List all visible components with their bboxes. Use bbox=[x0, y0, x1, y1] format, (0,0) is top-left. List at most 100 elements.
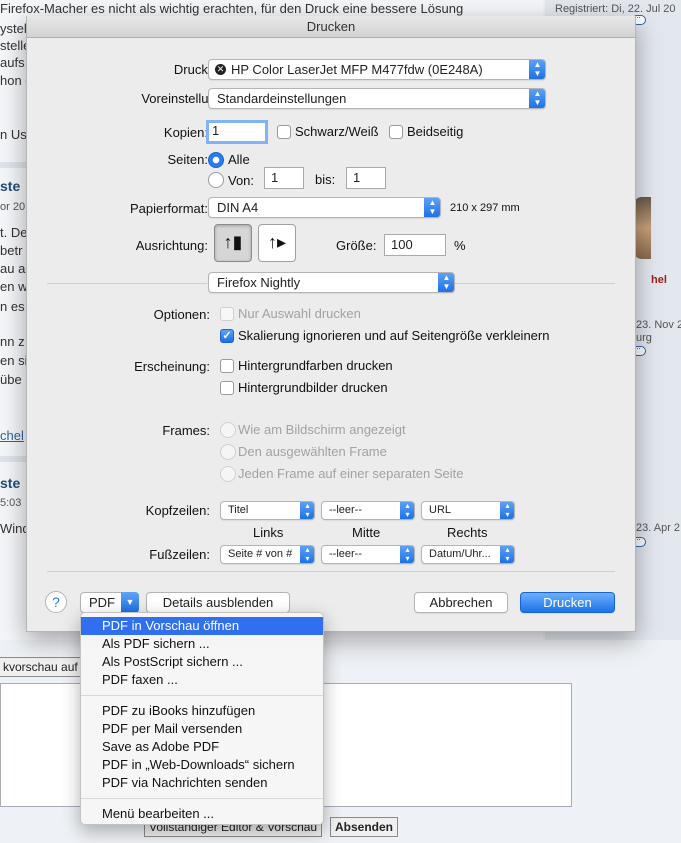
paper-label: Papierformat: bbox=[129, 201, 208, 216]
post-fragment: betr bbox=[0, 243, 23, 258]
forum-header-text: Firefox-Macher es nicht als wichtig erac… bbox=[0, 1, 464, 16]
post-date: 5:03 bbox=[0, 497, 22, 509]
chevron-updown-icon: ▴ ▾ bbox=[300, 502, 314, 519]
preset-value: Standardeinstellungen bbox=[217, 91, 347, 106]
pages-to-label: bis: bbox=[315, 172, 336, 187]
post-fragment: t. De bbox=[0, 225, 28, 240]
menu-item-mail-pdf[interactable]: PDF per Mail versenden bbox=[81, 720, 323, 738]
chevron-updown-icon: ▴ ▾ bbox=[400, 546, 414, 563]
header-center-value: --leer-- bbox=[329, 504, 362, 516]
post-fragment: en si bbox=[0, 353, 28, 368]
pdf-button-label: PDF bbox=[89, 595, 115, 610]
post-date: or 20 bbox=[0, 201, 26, 213]
header-left-select[interactable]: Titel ▴ ▾ bbox=[220, 501, 315, 520]
print-button[interactable]: Drucken bbox=[520, 592, 615, 613]
post-title[interactable]: ste bbox=[0, 475, 20, 491]
footer-center-value: --leer-- bbox=[329, 548, 362, 560]
printer-value: HP Color LaserJet MFP M477fdw (0E248A) bbox=[231, 62, 483, 77]
duplex-checkbox[interactable] bbox=[389, 125, 403, 139]
preview-button[interactable]: kvorschau auf bbox=[0, 657, 83, 677]
appearance-label: Erscheinung: bbox=[134, 359, 210, 374]
header-right-select[interactable]: URL ▴ ▾ bbox=[421, 501, 515, 520]
footer-right-value: Datum/Uhr... bbox=[429, 548, 491, 560]
bg-colors-label: Hintergrundfarben drucken bbox=[238, 358, 393, 373]
copies-input[interactable]: 1 bbox=[206, 120, 268, 144]
pages-from-input[interactable]: 1 bbox=[264, 167, 304, 189]
frames-selected-label: Den ausgewählten Frame bbox=[238, 444, 387, 459]
copies-label: Kopien: bbox=[163, 125, 208, 140]
frames-selected-radio[interactable] bbox=[220, 444, 236, 460]
user-rank: hel bbox=[651, 274, 667, 286]
print-section-select[interactable]: Firefox Nightly ▲ ▼ bbox=[208, 272, 455, 293]
pages-from-label: Von: bbox=[228, 173, 255, 188]
selection-only-checkbox[interactable] bbox=[220, 307, 234, 321]
column-right-label: Rechts bbox=[447, 525, 488, 540]
chevron-updown-icon: ▲ ▼ bbox=[529, 60, 545, 79]
pages-all-radio[interactable] bbox=[208, 152, 224, 168]
menu-item-save-to-web-downloads[interactable]: PDF in „Web-Downloads“ sichern bbox=[81, 756, 323, 774]
pdf-menu-button[interactable]: PDF ▼ bbox=[80, 592, 139, 613]
bg-images-checkbox[interactable] bbox=[220, 381, 234, 395]
footer-right-select[interactable]: Datum/Uhr... ▴ ▾ bbox=[421, 545, 515, 564]
landscape-orientation-icon[interactable]: ↑▸ bbox=[258, 224, 296, 262]
printer-select[interactable]: ✕ HP Color LaserJet MFP M477fdw (0E248A)… bbox=[208, 59, 546, 80]
menu-item-add-to-ibooks[interactable]: PDF zu iBooks hinzufügen bbox=[81, 702, 323, 720]
chevron-updown-icon: ▲ ▼ bbox=[438, 273, 454, 292]
paper-select[interactable]: DIN A4 ▲ ▼ bbox=[208, 197, 441, 218]
menu-item-save-as-pdf[interactable]: Als PDF sichern ... bbox=[81, 635, 323, 653]
preset-select[interactable]: Standardeinstellungen ▲ ▼ bbox=[208, 88, 546, 109]
bg-colors-checkbox[interactable] bbox=[220, 359, 234, 373]
headers-label: Kopfzeilen: bbox=[145, 503, 210, 518]
footer-left-value: Seite # von # bbox=[228, 548, 293, 560]
column-left-label: Links bbox=[253, 525, 284, 540]
registered-text: Registriert: Di, 22. Jul 20 bbox=[555, 3, 676, 15]
post-fragment: n Us bbox=[0, 127, 27, 142]
post-author-link[interactable]: chel bbox=[0, 428, 24, 443]
menu-item-save-as-adobe-pdf[interactable]: Save as Adobe PDF bbox=[81, 738, 323, 756]
post-fragment: nn z bbox=[0, 334, 25, 349]
header-left-value: Titel bbox=[228, 504, 249, 516]
portrait-orientation-icon[interactable]: ↑▮ bbox=[214, 224, 252, 262]
header-right-value: URL bbox=[429, 504, 452, 516]
cancel-button[interactable]: Abbrechen bbox=[414, 592, 508, 613]
frames-each-separate-radio[interactable] bbox=[220, 466, 236, 482]
user-registered-date: 23. Apr 2 bbox=[636, 522, 681, 534]
divider bbox=[47, 283, 207, 284]
header-center-select[interactable]: --leer-- ▴ ▾ bbox=[321, 501, 415, 520]
footer-center-select[interactable]: --leer-- ▴ ▾ bbox=[321, 545, 415, 564]
frames-label: Frames: bbox=[162, 423, 210, 438]
percent-sign: % bbox=[454, 238, 466, 253]
duplex-label: Beidseitig bbox=[407, 124, 464, 139]
shrink-to-fit-checkbox[interactable]: ✓ bbox=[220, 329, 234, 343]
scale-input[interactable]: 100 bbox=[384, 234, 446, 256]
divider bbox=[47, 571, 615, 572]
footer-left-select[interactable]: Seite # von # ▴ ▾ bbox=[220, 545, 315, 564]
menu-item-edit-menu[interactable]: Menü bearbeiten ... bbox=[81, 805, 323, 823]
post-title[interactable]: ste bbox=[0, 178, 20, 194]
pdf-dropdown-menu: PDF in Vorschau öffnen Als PDF sichern .… bbox=[80, 612, 324, 825]
frames-each-separate-label: Jeden Frame auf einer separaten Seite bbox=[238, 466, 464, 481]
scale-label: Größe: bbox=[336, 238, 377, 253]
printer-status-icon: ✕ bbox=[215, 64, 226, 75]
hide-details-button[interactable]: Details ausblenden bbox=[146, 592, 290, 613]
pages-range-radio[interactable] bbox=[208, 172, 224, 188]
frames-as-shown-label: Wie am Bildschirm angezeigt bbox=[238, 422, 406, 437]
post-fragment: übe bbox=[0, 372, 22, 387]
bw-checkbox[interactable] bbox=[277, 125, 291, 139]
submit-button[interactable]: Absenden bbox=[330, 817, 399, 837]
paper-value: DIN A4 bbox=[217, 200, 259, 215]
chevron-updown-icon: ▴ ▾ bbox=[300, 546, 314, 563]
pages-all-label: Alle bbox=[228, 152, 250, 167]
menu-item-open-in-preview[interactable]: PDF in Vorschau öffnen bbox=[81, 617, 323, 635]
help-button[interactable]: ? bbox=[45, 591, 67, 613]
menu-item-save-as-postscript[interactable]: Als PostScript sichern ... bbox=[81, 653, 323, 671]
chevron-updown-icon: ▲ ▼ bbox=[424, 198, 440, 217]
menu-item-send-via-messages[interactable]: PDF via Nachrichten senden bbox=[81, 774, 323, 792]
frames-as-shown-radio[interactable] bbox=[220, 422, 236, 438]
post-fragment: aufs bbox=[0, 55, 25, 70]
print-dialog: Drucken Drucker: ✕ HP Color LaserJet MFP… bbox=[26, 16, 636, 632]
shrink-to-fit-label: Skalierung ignorieren und auf Seitengröß… bbox=[238, 328, 550, 343]
menu-item-fax-pdf[interactable]: PDF faxen ... bbox=[81, 671, 323, 689]
column-center-label: Mitte bbox=[352, 525, 381, 540]
pages-to-input[interactable]: 1 bbox=[346, 167, 386, 189]
